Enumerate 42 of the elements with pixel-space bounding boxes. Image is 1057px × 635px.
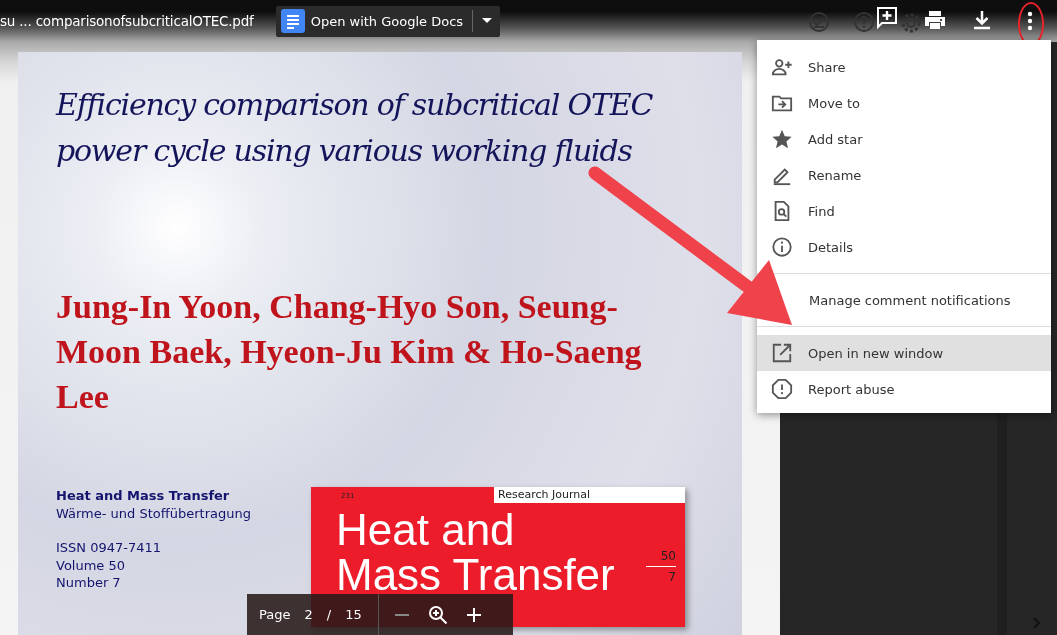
cover-label: Research Journal <box>494 487 685 503</box>
open-external-icon <box>771 342 793 364</box>
zoom-in-icon[interactable] <box>465 606 482 623</box>
menu-item[interactable]: Details <box>757 229 1051 265</box>
star-icon <box>771 128 793 150</box>
document-authors: Jung-In Yoon, Chang-Hyo Son, Seung-Moon Baek, Hyeon-Ju Kim & Ho-Saeng Lee <box>56 287 643 417</box>
menu-item[interactable]: Open in new window <box>757 335 1051 371</box>
add-comment-icon[interactable] <box>875 5 899 29</box>
issn-text: ISSN 0947-7411 <box>56 539 163 557</box>
page-separator: / <box>326 607 332 622</box>
more-icon[interactable] <box>1026 9 1034 33</box>
menu-item[interactable]: Share <box>757 49 1051 85</box>
caret-icon[interactable] <box>482 18 493 24</box>
page-total: 15 <box>345 607 362 622</box>
page-number-field[interactable]: 2 <box>304 607 313 622</box>
alert-icon <box>771 378 793 400</box>
page-label: Page <box>259 607 291 622</box>
add-person-icon <box>771 56 793 78</box>
settings-icon[interactable] <box>899 11 923 35</box>
file-name: su ... comparisonofsubcriticalOTEC.pdf <box>0 13 254 29</box>
info-icon <box>771 236 793 258</box>
volume-number: 50 <box>646 549 676 567</box>
help-icon[interactable] <box>852 10 876 34</box>
open-with-button[interactable]: Open with Google Docs <box>275 5 501 37</box>
document-icon <box>280 9 305 33</box>
menu-item[interactable]: Add star <box>757 121 1051 157</box>
print-icon[interactable] <box>923 8 947 32</box>
journal-name: Heat and Mass Transfer <box>56 487 231 505</box>
check-circle-icon[interactable] <box>807 10 831 34</box>
menu-item[interactable]: Rename <box>757 157 1051 193</box>
menu-item[interactable]: Report abuse <box>757 371 1051 407</box>
menu-item[interactable]: Manage comment notifications <box>809 282 1051 318</box>
zoom-icon[interactable] <box>427 604 448 625</box>
cover-title: Heat and <box>336 507 516 552</box>
volume-text: Volume 50 <box>56 556 127 574</box>
menu-item[interactable]: Move to <box>757 85 1051 121</box>
issue-number: Number 7 <box>56 574 122 592</box>
journal-subtitle: Wärme- und Stoffübertragung <box>56 504 252 522</box>
document-title: Efficiency comparison of subcritical OTEC power cycle using various working fluids <box>56 86 654 170</box>
cover-title: Mass Transfer <box>336 552 616 597</box>
issue-number: 7 <box>667 569 676 584</box>
menu-item[interactable]: Find <box>757 193 1051 229</box>
